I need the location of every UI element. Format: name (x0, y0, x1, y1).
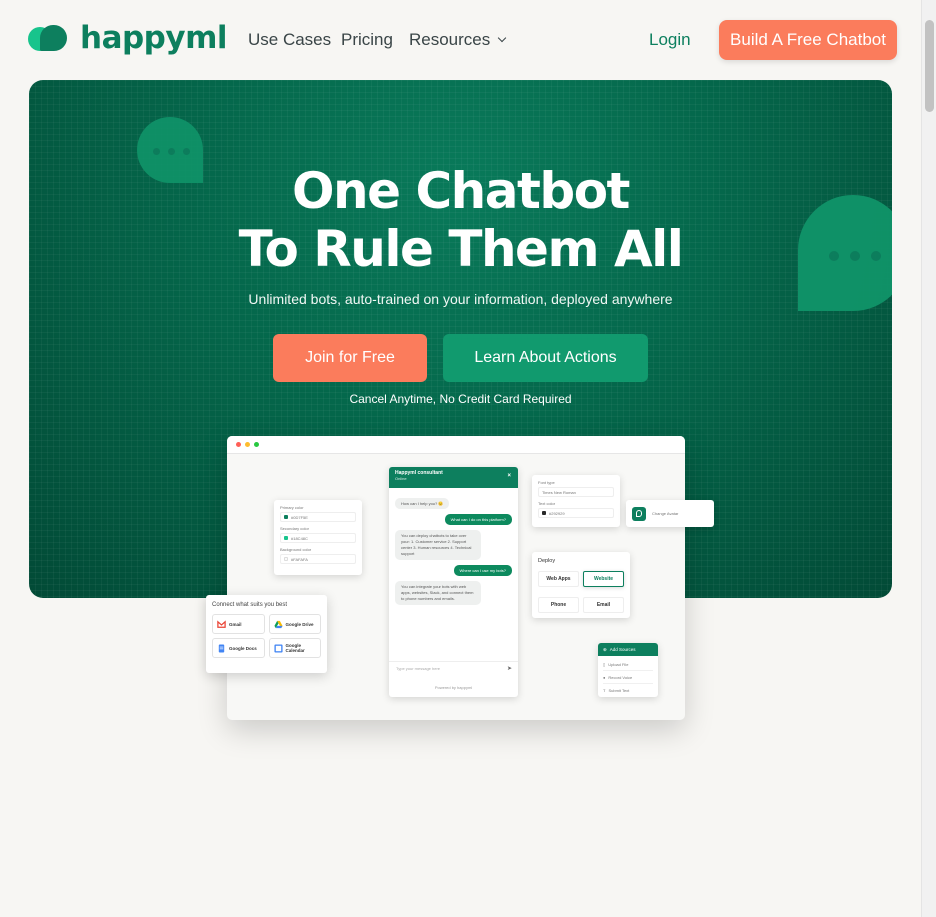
close-icon[interactable]: × (507, 473, 511, 479)
background-color-label: Background color (280, 547, 312, 552)
send-icon[interactable]: ➤ (507, 665, 512, 672)
hero-title-line-2: To Rule Them All (238, 220, 684, 278)
connect-gmail[interactable]: Gmail (212, 614, 265, 634)
deploy-title: Deploy (538, 558, 556, 564)
sources-card: ⊕ Add Sources ▯ Upload File ● Record Voice … (598, 643, 658, 697)
colors-card: Primary color #0D7F5E Secondary color #1… (274, 500, 362, 575)
chat-message: You can integrate your bots with web app… (395, 581, 481, 605)
font-type-label: Font type (538, 480, 555, 485)
logo-mark-icon (28, 23, 68, 53)
chat-header: Happyml consultant Online × (389, 467, 518, 488)
change-avatar-label: Change Avatar (652, 511, 679, 516)
nav-resources[interactable]: Resources (409, 30, 507, 50)
deploy-card: Deploy Web Apps Website Phone Email (532, 552, 630, 618)
avatar-card[interactable]: Change Avatar (626, 500, 714, 527)
connect-card: Connect what suits you best Gmail Google… (206, 595, 327, 673)
secondary-color-label: Secondary color (280, 526, 309, 531)
chat-window: Happyml consultant Online × How can I he… (389, 467, 518, 697)
connect-google-docs[interactable]: Google Docs (212, 638, 265, 658)
chevron-down-icon (498, 33, 507, 43)
connect-title: Connect what suits you best (212, 602, 288, 608)
google-drive-icon (273, 620, 283, 628)
chat-message: You can deploy chatbots to take over you… (395, 530, 481, 560)
text-color-label: Text color (538, 501, 556, 506)
build-chatbot-button[interactable]: Build A Free Chatbot (719, 20, 897, 60)
add-sources-button[interactable]: ⊕ Add Sources (598, 643, 658, 656)
chat-message: How can I help you? 😊 (395, 498, 450, 509)
submit-text-item[interactable]: T Submit Text (603, 684, 653, 697)
page-scrollbar[interactable] (921, 0, 936, 917)
font-select[interactable]: Times New Roman (538, 487, 614, 497)
deploy-email[interactable]: Email (583, 597, 624, 613)
mic-icon: ● (603, 674, 606, 680)
secondary-color-value: #18C48C (291, 535, 308, 541)
background-color-value: #FAFAFA (291, 556, 308, 562)
font-card: Font type Times New Roman Text color #29… (532, 475, 620, 527)
deploy-phone[interactable]: Phone (538, 597, 579, 613)
join-free-button[interactable]: Join for Free (273, 334, 427, 382)
google-docs-icon (218, 643, 225, 653)
deploy-web-apps[interactable]: Web Apps (538, 571, 579, 587)
connect-google-calendar[interactable]: Google Calendar (268, 638, 321, 658)
powered-by: Powered by happyml (434, 685, 473, 690)
top-nav: happyml Use Cases Pricing Resources Logi… (0, 0, 921, 80)
hero-subtitle: Unlimited bots, auto-trained on your inf… (248, 291, 673, 307)
gmail-icon (217, 619, 226, 628)
connect-google-drive[interactable]: Google Drive (268, 614, 321, 634)
nav-use-cases[interactable]: Use Cases (248, 30, 331, 50)
logo-text: happyml (80, 20, 228, 56)
mockup-window-bar (227, 436, 685, 454)
scrollbar-thumb[interactable] (925, 20, 934, 112)
file-icon: ▯ (603, 661, 606, 667)
primary-color-label: Primary color (280, 505, 304, 510)
google-calendar-icon (273, 643, 283, 653)
record-voice-item[interactable]: ● Record Voice (603, 671, 653, 684)
chat-message: Where can I use my bots? (453, 565, 512, 576)
avatar-icon (632, 506, 646, 521)
deploy-website[interactable]: Website (583, 571, 624, 587)
upload-file-item[interactable]: ▯ Upload File (603, 658, 653, 671)
hero-title-line-1: One Chatbot (292, 162, 630, 220)
learn-actions-button[interactable]: Learn About Actions (443, 334, 648, 382)
login-link[interactable]: Login (649, 30, 691, 50)
text-color-value: #292929 (549, 510, 565, 516)
text-icon: T (603, 688, 606, 693)
logo[interactable]: happyml (28, 20, 228, 56)
chat-input[interactable]: Type your message here ➤ (389, 661, 518, 677)
chat-status: Online (395, 476, 407, 481)
chat-message: What can I do on this platform? (444, 514, 512, 525)
plus-icon: ⊕ (603, 646, 607, 652)
nav-pricing[interactable]: Pricing (341, 30, 393, 50)
nav-resources-label: Resources (409, 30, 491, 49)
hero-note: Cancel Anytime, No Credit Card Required (349, 392, 572, 406)
primary-color-value: #0D7F5E (291, 514, 308, 520)
